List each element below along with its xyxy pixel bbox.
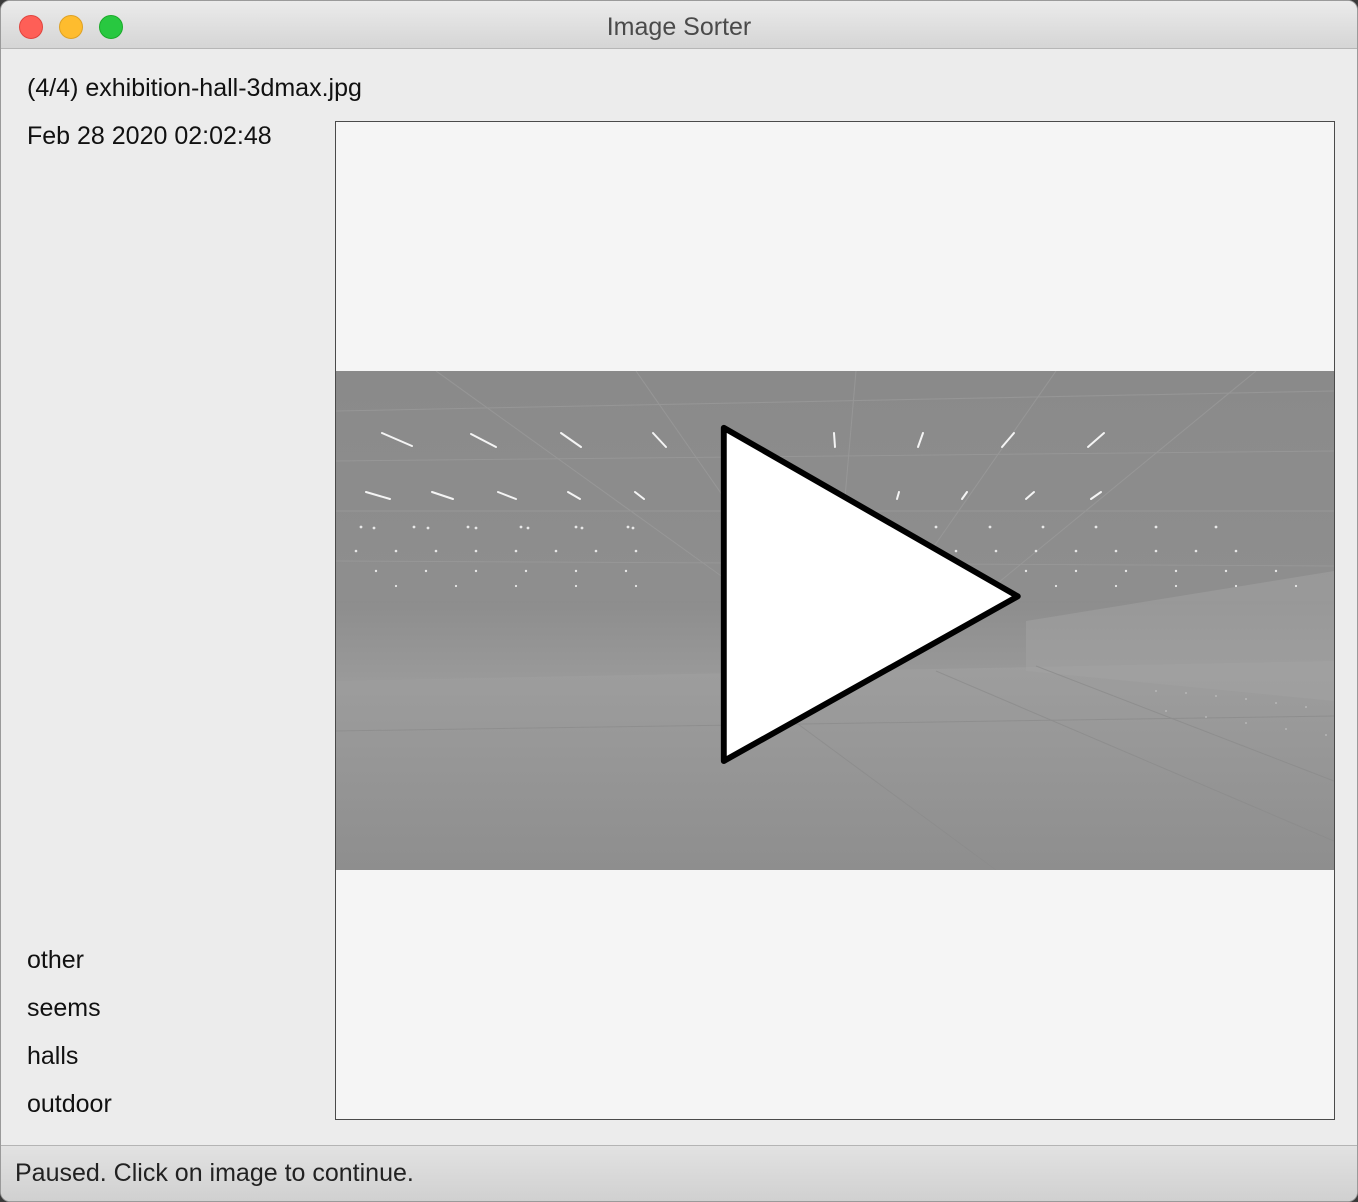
status-bar: Paused. Click on image to continue. [1,1145,1357,1201]
category-halls[interactable]: halls [27,1042,78,1071]
image-viewer[interactable] [335,121,1335,1120]
category-seems[interactable]: seems [27,994,101,1023]
image-date-label: Feb 28 2020 02:02:48 [27,122,272,150]
play-icon[interactable] [714,418,1024,778]
status-message: Paused. Click on image to continue. [15,1159,414,1187]
title-bar[interactable]: Image Sorter [1,1,1357,49]
category-other[interactable]: other [27,946,84,975]
app-window: Image Sorter (4/4) exhibition-hall-3dmax… [0,0,1358,1202]
main-content: (4/4) exhibition-hall-3dmax.jpg Feb 28 2… [1,49,1357,1145]
window-title: Image Sorter [606,13,752,41]
file-counter-label: (4/4) exhibition-hall-3dmax.jpg [27,74,362,102]
category-outdoor[interactable]: outdoor [27,1090,112,1119]
